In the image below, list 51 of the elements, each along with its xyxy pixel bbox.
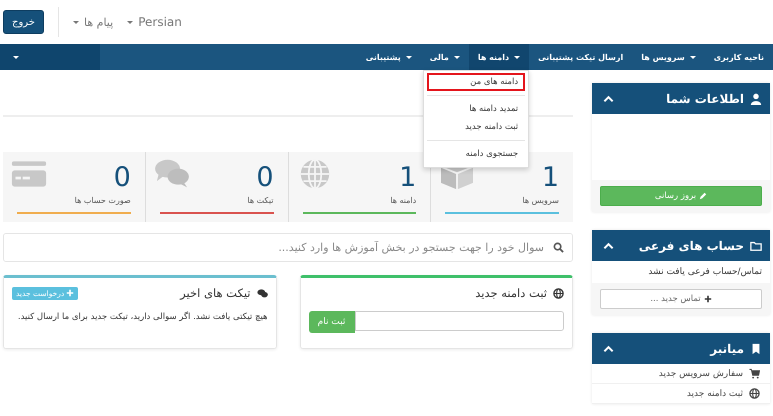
search-icon (553, 242, 564, 253)
caret-icon (72, 20, 79, 24)
nav-item[interactable]: پشتیبانی (356, 44, 421, 70)
caret-icon (13, 56, 19, 58)
nav-item[interactable]: مالی (420, 44, 469, 70)
nav-item[interactable]: سرویس ها (632, 44, 705, 70)
stat-value: 1 (399, 162, 416, 194)
caret-icon (127, 20, 134, 24)
empty-message: تماس/حساب فرعی یافت نشد (647, 266, 763, 279)
chat-icon (256, 288, 268, 298)
panel-title: تیکت های اخیر (180, 286, 250, 300)
plus-icon (66, 289, 74, 297)
stat-value: 0 (114, 162, 131, 194)
collapse-icon[interactable] (603, 344, 614, 352)
stat-value: 0 (256, 162, 274, 194)
globe-icon (553, 288, 564, 298)
user-icon (750, 92, 762, 104)
chat-icon (154, 158, 190, 190)
logout-button[interactable]: خروج (3, 10, 44, 34)
search-field[interactable]: سوال خود را جهت جستجو در بخش آموزش ها وارد کنید... (3, 233, 573, 262)
bookmark-icon (750, 342, 762, 354)
pencil-icon (699, 192, 708, 200)
empty-message: هیچ تیکتی یافت نشد. اگر سوالی دارید، تیکت جدید برای ما ارسال کنید. (16, 312, 268, 322)
language-menu[interactable]: Persian (127, 15, 182, 29)
stat-label: دامنه ها (390, 196, 416, 205)
cart-icon (749, 368, 760, 379)
dropdown-item[interactable]: تمدید دامنه ها (427, 100, 526, 118)
folder-icon (750, 240, 762, 252)
stat-label: صورت حساب ها (74, 196, 131, 205)
panel-title: حساب های فرعی (638, 238, 744, 252)
new-contact-button[interactable]: تماس جدید ... (600, 289, 762, 309)
panel-title: اطلاعات شما (665, 92, 744, 106)
shortcut-link[interactable]: ثبت دامنه جدید (592, 384, 770, 404)
panel-title: ثبت دامنه جدید (475, 286, 547, 300)
collapse-icon[interactable] (603, 94, 614, 102)
plus-icon (704, 295, 712, 303)
stat-label: تیکت ها (247, 196, 274, 205)
stat-value: 1 (542, 162, 559, 194)
messages-menu[interactable]: پیام ها (72, 16, 114, 28)
stat-label: سرویس ها (522, 196, 559, 205)
dropdown-item[interactable]: ثبت دامنه جدید (427, 118, 526, 136)
dropdown-item[interactable]: جستجوی دامنه (427, 145, 526, 163)
globe-icon (749, 388, 760, 399)
dropdown-item[interactable]: دامنه های من (427, 73, 526, 91)
nav-item[interactable]: دامنه ها (468, 44, 530, 70)
nav-item[interactable]: ارسال تیکت پشتیبانی (529, 44, 632, 70)
nav-item[interactable]: ناحیه کاربری (704, 44, 773, 70)
panel-title: میانبر (708, 342, 744, 356)
collapse-icon[interactable] (603, 242, 614, 250)
domain-input[interactable] (354, 311, 564, 331)
shortcut-link[interactable]: سفارش سرویس جدید (592, 364, 770, 384)
